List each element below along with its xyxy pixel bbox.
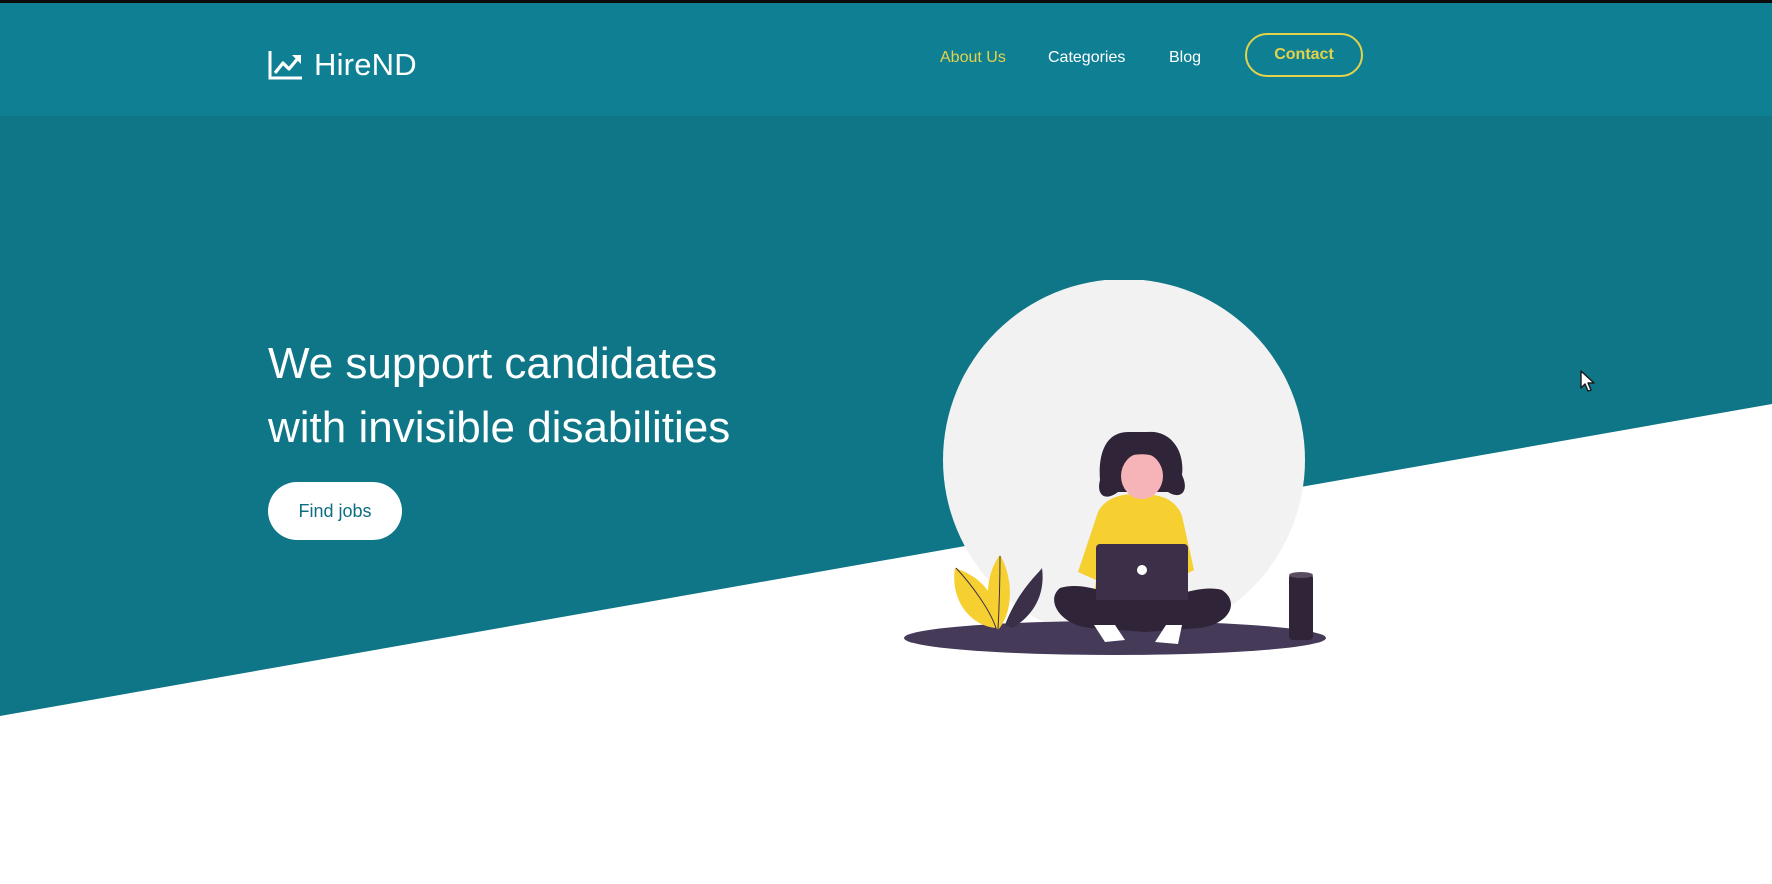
main-nav: About Us Categories Blog xyxy=(0,48,1772,78)
mouse-cursor-icon xyxy=(1580,370,1595,392)
find-jobs-button[interactable]: Find jobs xyxy=(268,482,402,540)
speaker xyxy=(1289,574,1313,640)
hero-headline-line-2: with invisible disabilities xyxy=(268,403,731,452)
hero-headline-line-1: We support candidates xyxy=(268,339,718,388)
laptop-logo xyxy=(1137,565,1147,575)
nav-link-blog[interactable]: Blog xyxy=(1169,48,1201,68)
nav-link-about-us[interactable]: About Us xyxy=(940,48,1006,68)
contact-button[interactable]: Contact xyxy=(1245,33,1363,77)
woman-with-laptop-illustration xyxy=(904,280,1326,655)
landing-page: HireND About Us Categories Blog Contact … xyxy=(0,0,1772,884)
nav-link-categories[interactable]: Categories xyxy=(1048,48,1125,68)
hero-background xyxy=(0,116,1772,716)
face xyxy=(1121,453,1163,499)
hero-headline: We support candidates with invisible dis… xyxy=(268,332,828,460)
